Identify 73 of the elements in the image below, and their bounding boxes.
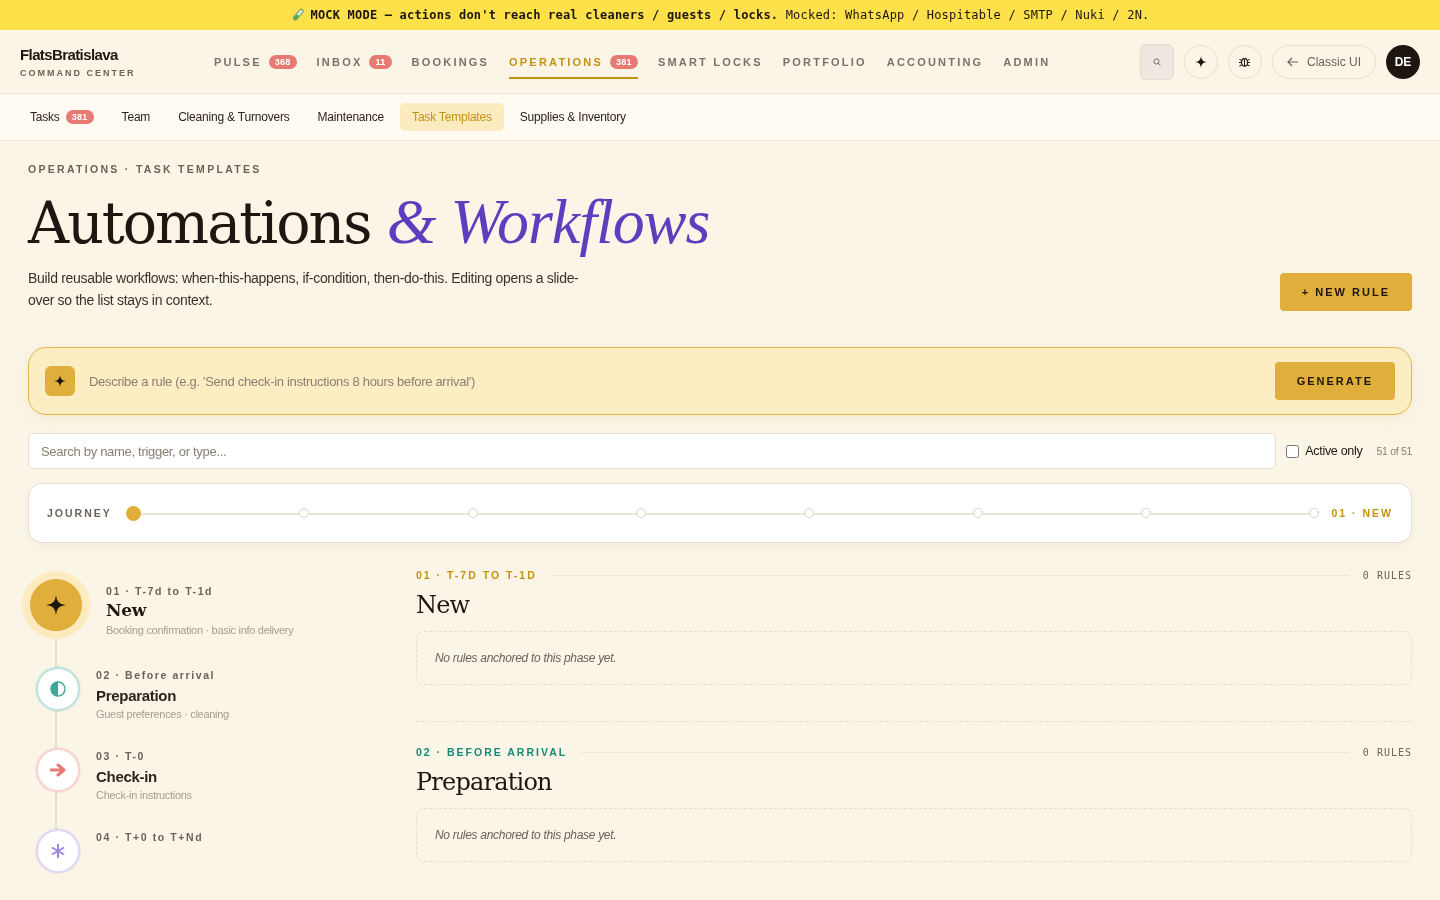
user-avatar[interactable]: DE [1386,44,1420,79]
count-badge: 11 [369,54,392,69]
page-title: Automations & Workflows [28,187,711,258]
sparkle-icon [45,366,75,397]
nav-tab[interactable]: ACCOUNTING [886,47,984,78]
phase-title: New [106,600,148,621]
active-only-checkbox[interactable] [1286,444,1300,458]
arrow-icon [50,763,66,778]
journey-step[interactable] [467,508,478,519]
journey-step[interactable] [299,508,310,519]
bug-button[interactable] [1228,44,1262,79]
phase-title: Check-in [96,768,158,786]
nav-tab[interactable]: INBOX 11 [316,46,392,79]
section-title: Preparation [416,768,553,797]
count-badge: 381 [65,110,94,124]
nav-tab[interactable]: SMART LOCKS [657,47,763,78]
breadcrumb: OPERATIONS · TASK TEMPLATES [28,163,263,175]
sparkle-icon [1195,55,1207,68]
phase-subtitle: Guest preferences · cleaning [96,708,229,721]
rule-count: 0 RULES [1362,746,1412,758]
section-label: 01 · T-7D TO T-1D [416,569,537,582]
bug-icon [1238,55,1252,68]
phase-label: 04 · T+0 to T+Nd [96,831,204,844]
banner-text: MOCK MODE — actions don't reach real cleaners / guests / locks. Mocked: WhatsApp / Hospitable / SMTP / Nuki / 2N. [310,8,1150,22]
phase-subtitle: Booking confirmation · basic info delivery [106,624,294,637]
empty-state: No rules anchored to this phase yet. [416,631,1412,686]
sparkle-icon [46,595,66,616]
phase-label: 03 · T-0 [96,750,146,763]
generate-button[interactable]: GENERATE [1274,362,1395,401]
sub-tab[interactable]: Team [109,103,163,131]
sub-tab[interactable]: Maintenance [305,103,397,131]
journey-step[interactable] [1141,508,1151,519]
nav-tab[interactable]: ADMIN [1003,47,1051,78]
sub-tab[interactable]: Cleaning & Turnovers [166,103,302,131]
search-button[interactable] [1140,43,1174,80]
phase-title: Preparation [96,687,178,705]
current-phase: 01 · NEW [1331,507,1393,520]
rule-count: 0 RULES [1362,569,1412,581]
back-arrow-icon [1287,56,1299,67]
sub-tab[interactable]: Supplies & Inventory [507,103,638,131]
new-rule-button[interactable]: + NEW RULE [1279,273,1412,312]
nav-tab[interactable]: PORTFOLIO [782,47,867,78]
journey-step[interactable] [635,508,646,519]
count-badge: 368 [268,54,297,69]
phase-label: 02 · Before arrival [96,669,217,682]
count-badge: 381 [610,54,638,69]
rule-prompt-field[interactable]: Describe a rule (e.g. 'Send check-in instructions 8 hours before arrival') [87,372,1263,390]
sub-tab[interactable]: Tasks 381 [18,103,106,131]
section-title: New [416,591,471,620]
phase-node[interactable] [36,667,80,712]
journey-step[interactable] [1309,508,1320,519]
journey-step[interactable] [972,508,983,519]
journey-step[interactable] [804,508,815,519]
classic-ui-button[interactable]: Classic UI [1272,44,1376,79]
phase-node[interactable] [36,829,80,874]
brand-name: FlatsBratislava [20,45,120,63]
phase-node[interactable] [36,748,80,793]
result-count: 51 of 51 [1376,445,1412,458]
page-description: Build reusable workflows: when-this-happens, if-condition, then-do-this. Editing opens a slide-over so the list stays in context. [28,269,580,311]
journey-label: JOURNEY [47,507,112,520]
nav-tab[interactable]: BOOKINGS [411,47,490,78]
section-label: 02 · BEFORE ARRIVAL [416,746,568,759]
nav-tab[interactable]: PULSE 368 [214,46,297,79]
journey-step[interactable] [125,505,141,521]
asterisk-icon [51,844,65,859]
checkbox-label: Active only [1305,444,1363,459]
search-field[interactable]: Search by name, trigger, or type... [28,433,1277,470]
phase-subtitle: Check-in instructions [96,789,192,802]
brand-tagline: COMMAND CENTER [20,67,137,78]
half-circle-icon [50,681,66,698]
empty-state: No rules anchored to this phase yet. [416,808,1412,863]
ai-button[interactable] [1184,44,1218,79]
phase-label: 01 · T-7d to T-1d [106,585,215,598]
